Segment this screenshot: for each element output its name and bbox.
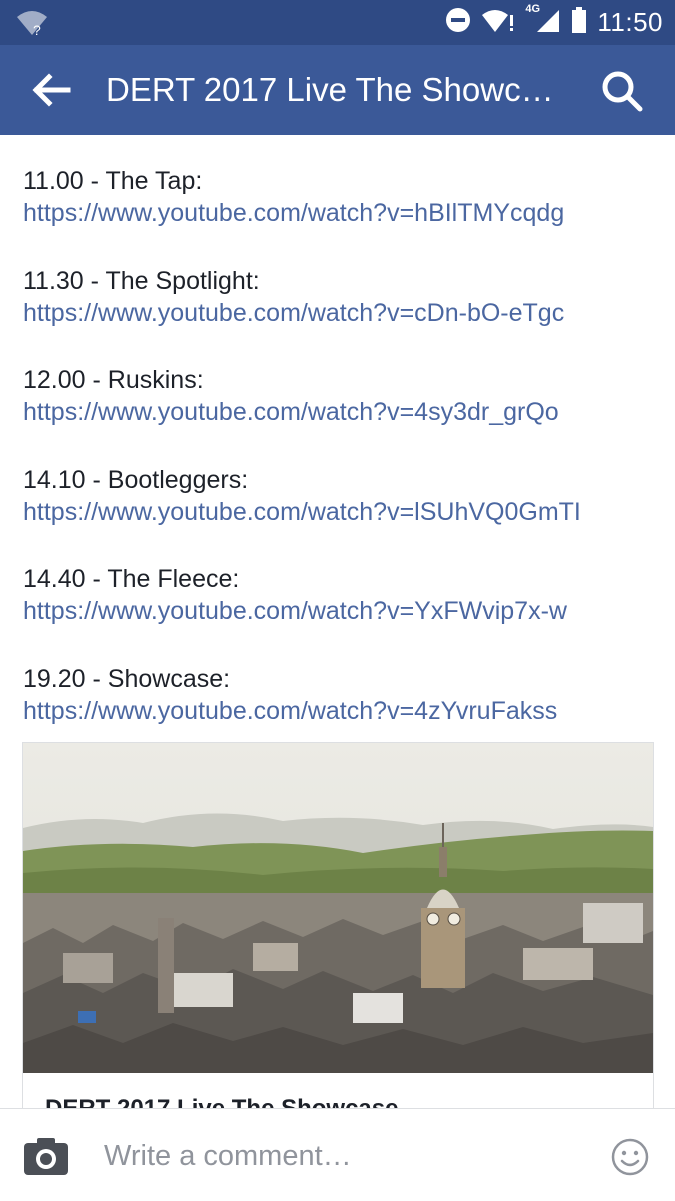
link-preview-card[interactable]: DERT 2017 Live The Showcase bbox=[22, 742, 654, 1108]
status-bar: ? 4G 11:50 bbox=[0, 0, 675, 45]
schedule-entry: 11.00 - The Tap: https://www.youtube.com… bbox=[23, 165, 663, 265]
emoji-icon bbox=[611, 1138, 649, 1176]
schedule-entry: 14.10 - Bootleggers: https://www.youtube… bbox=[23, 464, 663, 564]
youtube-link[interactable]: https://www.youtube.com/watch?v=lSUhVQ0G… bbox=[23, 496, 663, 528]
link-preview-title: DERT 2017 Live The Showcase bbox=[45, 1095, 398, 1108]
network-type-label: 4G bbox=[525, 3, 541, 15]
youtube-link[interactable]: https://www.youtube.com/watch?v=cDn-bO-e… bbox=[23, 297, 663, 329]
app-bar: DERT 2017 Live The Showcase bbox=[0, 45, 675, 135]
schedule-entry: 12.00 - Ruskins: https://www.youtube.com… bbox=[23, 364, 663, 464]
arrow-left-icon bbox=[32, 73, 71, 107]
wifi-unknown-icon: ? bbox=[16, 8, 48, 38]
entry-time-label: 11.30 - The Spotlight: bbox=[23, 266, 260, 295]
camera-button[interactable] bbox=[22, 1135, 70, 1177]
schedule-entry: 14.40 - The Fleece: https://www.youtube.… bbox=[23, 563, 663, 663]
entry-time-label: 19.20 - Showcase: bbox=[23, 664, 231, 693]
youtube-link[interactable]: https://www.youtube.com/watch?v=YxFWvip7… bbox=[23, 595, 663, 627]
do-not-disturb-icon bbox=[445, 7, 471, 38]
schedule-entry: 11.30 - The Spotlight: https://www.youtu… bbox=[23, 265, 663, 365]
wifi-alert-icon bbox=[481, 7, 515, 38]
entry-time-label: 14.40 - The Fleece: bbox=[23, 565, 240, 593]
youtube-link[interactable]: https://www.youtube.com/watch?v=4zYvruFa… bbox=[23, 695, 663, 727]
link-preview-image bbox=[23, 743, 653, 1073]
signal-icon: 4G bbox=[525, 3, 561, 38]
back-button[interactable] bbox=[30, 71, 72, 109]
comment-input[interactable] bbox=[104, 1135, 584, 1177]
schedule-list: 11.00 - The Tap: https://www.youtube.com… bbox=[23, 165, 663, 762]
post-content: 11.00 - The Tap: https://www.youtube.com… bbox=[0, 135, 675, 1108]
svg-text:?: ? bbox=[33, 22, 41, 38]
youtube-link[interactable]: https://www.youtube.com/watch?v=hBIlTMYc… bbox=[23, 197, 663, 229]
emoji-button[interactable] bbox=[610, 1137, 650, 1177]
battery-icon bbox=[571, 7, 587, 38]
entry-time-label: 14.10 - Bootleggers: bbox=[23, 465, 249, 494]
search-button[interactable] bbox=[600, 69, 644, 113]
clock: 11:50 bbox=[597, 7, 663, 37]
page-title: DERT 2017 Live The Showcase bbox=[106, 71, 566, 108]
camera-icon bbox=[24, 1138, 68, 1175]
search-icon bbox=[602, 71, 643, 112]
comment-bar bbox=[0, 1108, 675, 1201]
entry-time-label: 12.00 - Ruskins: bbox=[23, 366, 204, 394]
entry-time-label: 11.00 - The Tap: bbox=[23, 167, 203, 195]
youtube-link[interactable]: https://www.youtube.com/watch?v=4sy3dr_g… bbox=[23, 396, 663, 428]
